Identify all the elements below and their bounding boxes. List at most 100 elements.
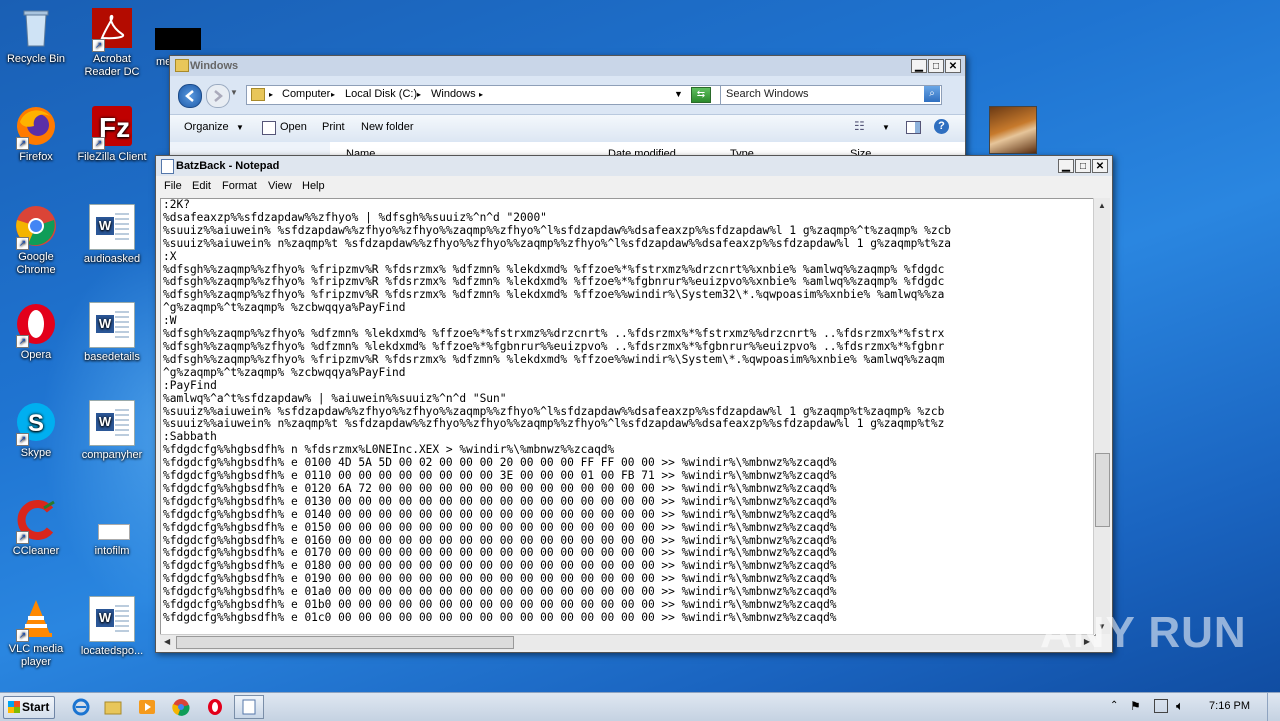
desktop-icon-basedetails[interactable]: basedetails xyxy=(74,302,150,364)
explorer-window[interactable]: Windows ▁ □ ✕ ▼ ▸ Computer ▸ Local Disk … xyxy=(169,55,966,167)
address-bar[interactable]: ▸ Computer ▸ Local Disk (C:) ▸ Windows ▸… xyxy=(246,85,758,105)
ie-taskbar-icon[interactable] xyxy=(70,697,92,717)
explorer-title: Windows xyxy=(190,60,239,72)
text-editor[interactable]: :2K? %dsafeaxzp%%sfdzapdaw%%zfhyo% | %dfs… xyxy=(160,198,1096,636)
desktop-icon-filezilla[interactable]: Fz ↗ FileZilla Client xyxy=(74,104,150,164)
word-doc-icon xyxy=(89,596,135,642)
editor-line[interactable]: ^g%zaqmp%^t%zaqmp% %zcbwqqya%PayFind xyxy=(163,366,1095,380)
menu-help[interactable]: Help xyxy=(302,180,325,192)
search-input[interactable]: Search Windows ⌕ xyxy=(720,85,942,105)
action-center-flag-icon[interactable]: ⚑ xyxy=(1130,699,1141,713)
editor-line[interactable]: %suuiz%%aiuwein% n%zaqmp%t %sfdzapdaw%%z… xyxy=(163,237,1095,251)
editor-content[interactable]: :2K? %dsafeaxzp%%sfdzapdaw%%zfhyo% | %dfs… xyxy=(161,199,1095,625)
desktop-icon-skype[interactable]: S ↗ Skype xyxy=(0,400,74,460)
breadcrumb-computer[interactable]: Computer xyxy=(282,88,330,100)
forward-button[interactable] xyxy=(206,84,230,108)
vertical-scroll-thumb[interactable] xyxy=(1095,453,1110,527)
chevron-down-icon: ▼ xyxy=(236,123,244,132)
editor-line[interactable]: %amlwq%^a^t%sfdzapdaw% | %aiuwein%%suuiz… xyxy=(163,392,1095,406)
chevron-down-icon[interactable]: ▼ xyxy=(882,123,890,132)
editor-line[interactable]: %fdgdcfg%%hgbsdfh% e 0130 00 00 00 00 00… xyxy=(163,495,1095,509)
back-button[interactable] xyxy=(178,84,202,108)
breadcrumb-local-disk[interactable]: Local Disk (C:) xyxy=(345,88,417,100)
taskbar: Start ⌃ ⚑ 🔈︎ 7:16 PM xyxy=(0,692,1280,721)
show-desktop-button[interactable] xyxy=(1267,693,1280,721)
organize-button[interactable]: Organize xyxy=(184,121,229,133)
close-button[interactable]: ✕ xyxy=(945,59,961,73)
maximize-button[interactable]: □ xyxy=(928,59,944,73)
opera-taskbar-icon[interactable] xyxy=(204,697,226,717)
minimize-button[interactable]: ▁ xyxy=(1058,159,1074,173)
folder-icon xyxy=(175,59,189,72)
desktop-icon-chrome[interactable]: ↗ Google Chrome xyxy=(0,204,74,277)
menu-view[interactable]: View xyxy=(268,180,292,192)
refresh-icon[interactable]: ⇆ xyxy=(691,87,711,103)
editor-line[interactable]: %fdgdcfg%%hgbsdfh% e 0140 00 00 00 00 00… xyxy=(163,508,1095,522)
desktop-icon-companyher[interactable]: companyher xyxy=(74,400,150,462)
desktop-icon-label: locatedspo... xyxy=(80,645,144,657)
notepad-window[interactable]: BatzBack - Notepad ▁ □ ✕ File Edit Forma… xyxy=(155,155,1113,653)
volume-icon[interactable]: 🔈︎ xyxy=(1176,698,1184,714)
horizontal-scrollbar[interactable]: ◀ ▶ xyxy=(160,634,1094,650)
taskbar-clock[interactable]: 7:16 PM xyxy=(1209,700,1250,712)
editor-line[interactable]: %fdgdcfg%%hgbsdfh% e 0150 00 00 00 00 00… xyxy=(163,521,1095,535)
recent-pages-icon[interactable]: ▼ xyxy=(230,88,238,97)
desktop-icon-intofilm[interactable]: intofilm xyxy=(74,498,150,558)
editor-line[interactable]: %fdgdcfg%%hgbsdfh% e 0110 00 00 00 00 00… xyxy=(163,469,1095,483)
menu-file[interactable]: File xyxy=(164,180,182,192)
desktop-icon-label: basedetails xyxy=(84,351,140,363)
editor-line[interactable]: %suuiz%%aiuwein% %sfdzapdaw%%zfhyo%%zfhy… xyxy=(163,224,1095,238)
show-hidden-icons[interactable]: ⌃ xyxy=(1110,700,1118,711)
desktop-icon-opera[interactable]: ↗ Opera xyxy=(0,302,74,362)
new-folder-button[interactable]: New folder xyxy=(361,121,414,133)
breadcrumb-windows[interactable]: Windows xyxy=(431,88,476,100)
address-dropdown-icon[interactable]: ▼ xyxy=(674,89,683,99)
editor-line[interactable]: %fdgdcfg%%hgbsdfh% e 01c0 00 00 00 00 00… xyxy=(163,611,1095,625)
desktop-icon-recycle-bin[interactable]: Recycle Bin xyxy=(0,6,74,66)
filezilla-icon: Fz ↗ xyxy=(90,104,134,150)
desktop-icon-locatedspo[interactable]: locatedspo... xyxy=(74,596,150,658)
close-button[interactable]: ✕ xyxy=(1092,159,1108,173)
preview-pane-icon[interactable] xyxy=(906,121,921,134)
minimize-button[interactable]: ▁ xyxy=(911,59,927,73)
shortcut-arrow-icon: ↗ xyxy=(16,237,29,250)
desktop-icon-vlc[interactable]: ↗ VLC media player xyxy=(0,596,74,669)
start-button[interactable]: Start xyxy=(3,696,55,719)
horizontal-scroll-thumb[interactable] xyxy=(176,636,514,649)
editor-line[interactable]: :X xyxy=(163,250,1095,264)
editor-line[interactable]: :PayFind xyxy=(163,379,1095,393)
wolf-picture-icon[interactable] xyxy=(989,106,1037,154)
desktop-icon-acrobat[interactable]: ↗ Acrobat Reader DC xyxy=(74,6,150,79)
editor-line[interactable]: %dfsgh%%zaqmp%%zfhyo% %dfzmn% %lekdxmd% … xyxy=(163,340,1095,354)
editor-line[interactable]: %dsafeaxzp%%sfdzapdaw%%zfhyo% | %dfsgh%%… xyxy=(163,211,1095,225)
menu-edit[interactable]: Edit xyxy=(192,180,211,192)
editor-line[interactable]: ^g%zaqmp%^t%zaqmp% %zcbwqqya%PayFind xyxy=(163,301,1095,315)
notepad-titlebar[interactable]: BatzBack - Notepad ▁ □ ✕ xyxy=(156,156,1112,176)
view-options-icon[interactable]: ☷ xyxy=(854,119,865,133)
firefox-icon: ↗ xyxy=(14,104,58,150)
chrome-taskbar-icon[interactable] xyxy=(170,697,192,717)
help-icon[interactable]: ? xyxy=(934,119,949,134)
desktop-icon-audioasked[interactable]: audioasked xyxy=(74,204,150,266)
maximize-button[interactable]: □ xyxy=(1075,159,1091,173)
notepad-taskbar-button[interactable] xyxy=(234,695,264,719)
editor-line[interactable]: %fdgdcfg%%hgbsdfh% e 0120 6A 72 00 00 00… xyxy=(163,482,1095,496)
media-player-taskbar-icon[interactable] xyxy=(136,697,158,717)
vertical-scrollbar[interactable]: ▲ ▼ xyxy=(1093,198,1110,634)
desktop-icon-firefox[interactable]: ↗ Firefox xyxy=(0,104,74,164)
scroll-left-icon[interactable]: ◀ xyxy=(164,637,170,646)
explorer-taskbar-icon[interactable] xyxy=(102,697,124,717)
scroll-up-icon[interactable]: ▲ xyxy=(1098,201,1106,210)
editor-line[interactable]: %suuiz%%aiuwein% n%zaqmp%t %sfdzapdaw%%z… xyxy=(163,418,1095,431)
desktop-icon-ccleaner[interactable]: ↗ CCleaner xyxy=(0,498,74,558)
desktop-icon-label: Skype xyxy=(20,447,52,459)
editor-line[interactable]: :2K? xyxy=(163,199,1095,212)
editor-line[interactable]: %dfsgh%%zaqmp%%zfhyo% %fripzmv%R %fdsrzm… xyxy=(163,353,1095,367)
command-bar: Organize ▼ Open Print New folder ☷ ▼ ? xyxy=(170,114,965,141)
network-icon[interactable] xyxy=(1154,699,1168,713)
open-button[interactable]: Open xyxy=(280,121,307,133)
search-icon[interactable]: ⌕ xyxy=(924,86,940,102)
print-button[interactable]: Print xyxy=(322,121,345,133)
explorer-titlebar[interactable]: Windows ▁ □ ✕ xyxy=(170,56,965,76)
menu-format[interactable]: Format xyxy=(222,180,257,192)
